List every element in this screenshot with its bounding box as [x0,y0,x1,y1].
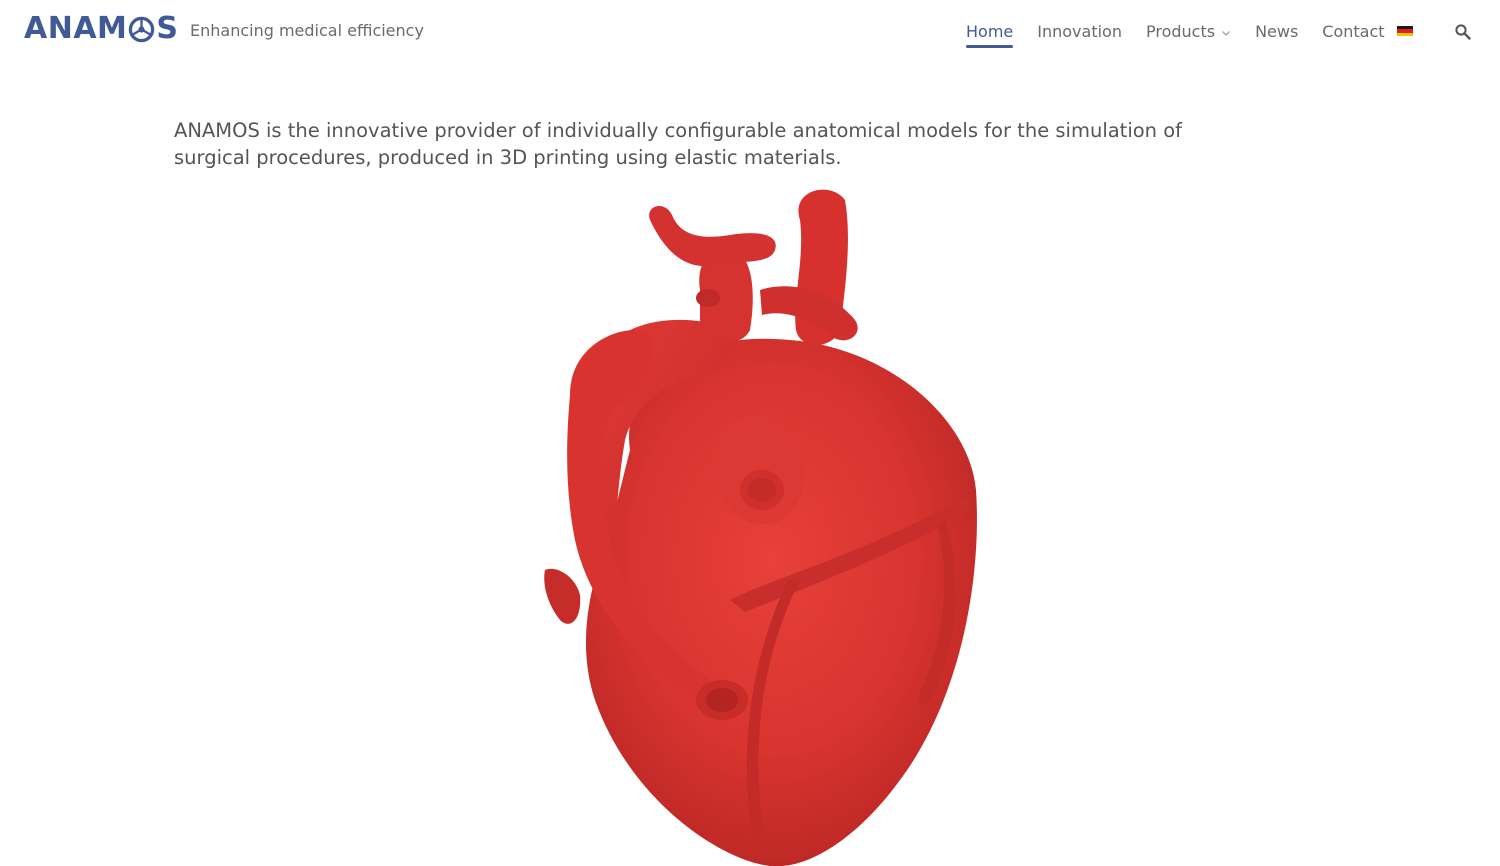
search-icon[interactable] [1454,23,1472,41]
logo-wordmark: ANAM S [24,13,179,45]
logo-text-right: S [156,11,179,46]
site-header: ANAM S Enhancing medical efficiency Home… [0,0,1500,62]
main-navigation: Home Innovation Products News Contact [966,19,1409,48]
logo-o-icon [129,16,155,42]
flag-stripe-gold [1397,32,1413,36]
chevron-down-icon [1222,30,1230,36]
nav-products[interactable]: Products [1146,20,1231,44]
nav-home[interactable]: Home [966,20,1014,48]
site-tagline: Enhancing medical efficiency [190,21,424,40]
heart-model-image [544,189,977,866]
nav-news[interactable]: News [1255,20,1298,44]
logo-text-left: ANAM [24,11,128,46]
nav-innovation[interactable]: Innovation [1037,20,1122,44]
german-flag-icon[interactable] [1397,26,1413,36]
intro-text: ANAMOS is the innovative provider of ind… [174,119,1183,169]
logo[interactable]: ANAM S [24,13,179,45]
nav-products-label: Products [1145,22,1216,41]
nav-contact[interactable]: Contact [1322,20,1384,44]
